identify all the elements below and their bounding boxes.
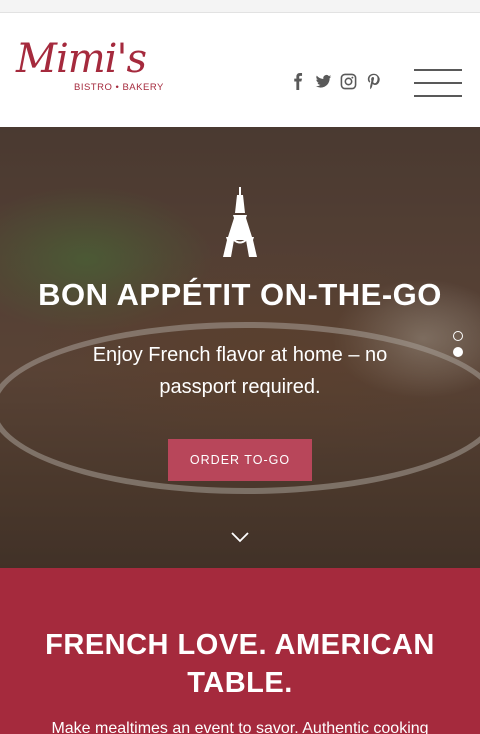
instagram-icon[interactable] — [340, 73, 357, 90]
chevron-down-icon[interactable] — [230, 531, 250, 543]
order-to-go-button[interactable]: ORDER TO-GO — [168, 439, 312, 481]
twitter-icon[interactable] — [315, 73, 332, 90]
status-bar — [0, 0, 480, 13]
section-title: FRENCH LOVE. AMERICAN TABLE. — [45, 629, 435, 699]
logo-script: Mimi's — [16, 36, 147, 82]
hero-banner: BON APPÉTIT ON-THE-GO Enjoy French flavo… — [0, 127, 480, 568]
pinterest-icon[interactable] — [365, 73, 382, 90]
hamburger-menu-icon[interactable] — [414, 69, 464, 99]
eiffel-tower-icon — [223, 187, 257, 257]
carousel-dot-1[interactable] — [453, 331, 463, 341]
carousel-dot-2[interactable] — [453, 347, 463, 357]
logo-subtitle: BISTRO • BAKERY — [74, 82, 164, 93]
social-links — [290, 73, 382, 90]
hero-title: BON APPÉTIT ON-THE-GO — [38, 277, 442, 312]
carousel-dots — [453, 331, 463, 357]
facebook-icon[interactable] — [290, 73, 307, 90]
site-header: Mimi's BISTRO • BAKERY — [0, 13, 480, 127]
section-text: Make mealtimes an event to savor. Authen… — [51, 720, 429, 734]
mimis-logo[interactable]: Mimi's BISTRO • BAKERY — [16, 35, 163, 99]
hero-subtitle: Enjoy French flavor at home – no passpor… — [92, 344, 388, 398]
intro-section: FRENCH LOVE. AMERICAN TABLE. Make mealti… — [0, 568, 480, 734]
